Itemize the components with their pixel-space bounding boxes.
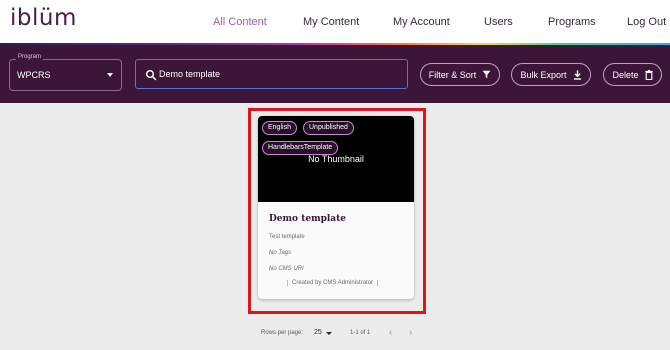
- program-select-label: Program: [16, 54, 44, 60]
- bulk-export-button[interactable]: Bulk Export: [511, 63, 591, 86]
- card-cms-uri: No CMS URI: [269, 266, 304, 272]
- chevron-right-icon[interactable]: ›: [409, 327, 412, 338]
- search-input[interactable]: Demo template: [135, 59, 408, 89]
- filter-icon: [482, 70, 491, 79]
- nav-users[interactable]: Users: [484, 16, 513, 28]
- nav-my-content[interactable]: My Content: [303, 16, 359, 28]
- filter-sort-button[interactable]: Filter & Sort: [420, 63, 500, 86]
- program-select[interactable]: Program WPCRS: [9, 54, 122, 91]
- card-title[interactable]: Demo template: [269, 214, 346, 224]
- nav-all-content[interactable]: All Content: [213, 16, 267, 28]
- top-nav: iblüm All Content My Content My Account …: [0, 0, 670, 45]
- trash-icon: [644, 69, 653, 80]
- no-thumbnail-text: No Thumbnail: [308, 154, 364, 164]
- card-created-by: Created by CMS Administrator: [287, 280, 379, 286]
- delete-button[interactable]: Delete: [603, 63, 662, 86]
- bulk-export-label: Bulk Export: [520, 69, 567, 80]
- search-input-value: Demo template: [159, 69, 221, 79]
- card-description: Test template: [269, 234, 305, 240]
- delete-label: Delete: [612, 69, 639, 80]
- caret-down-icon[interactable]: [326, 332, 332, 335]
- logo: iblüm: [10, 5, 77, 31]
- nav-log-out[interactable]: Log Out: [627, 16, 666, 28]
- nav-programs[interactable]: Programs: [548, 16, 596, 28]
- program-select-value: WPCRS: [17, 70, 51, 80]
- card-tags: No Tags: [269, 250, 292, 256]
- nav-my-account[interactable]: My Account: [393, 16, 450, 28]
- thumbnail: English Unpublished HandlebarsTemplate N…: [258, 116, 414, 202]
- caret-down-icon: [107, 73, 113, 77]
- chip-type: HandlebarsTemplate: [262, 141, 339, 155]
- download-icon: [573, 70, 581, 80]
- chip-language: English: [262, 121, 297, 135]
- pagination-range: 1-1 of 1: [350, 330, 371, 336]
- content-card[interactable]: English Unpublished HandlebarsTemplate N…: [258, 116, 414, 299]
- chevron-left-icon[interactable]: ‹: [389, 327, 392, 338]
- rows-per-page-select[interactable]: 25: [314, 329, 322, 336]
- rows-per-page-label: Rows per page:: [261, 330, 304, 336]
- search-icon: [146, 70, 157, 81]
- toolbar: Program WPCRS Demo template Filter & Sor…: [0, 45, 670, 103]
- filter-sort-label: Filter & Sort: [428, 69, 477, 80]
- chip-status: Unpublished: [303, 121, 354, 135]
